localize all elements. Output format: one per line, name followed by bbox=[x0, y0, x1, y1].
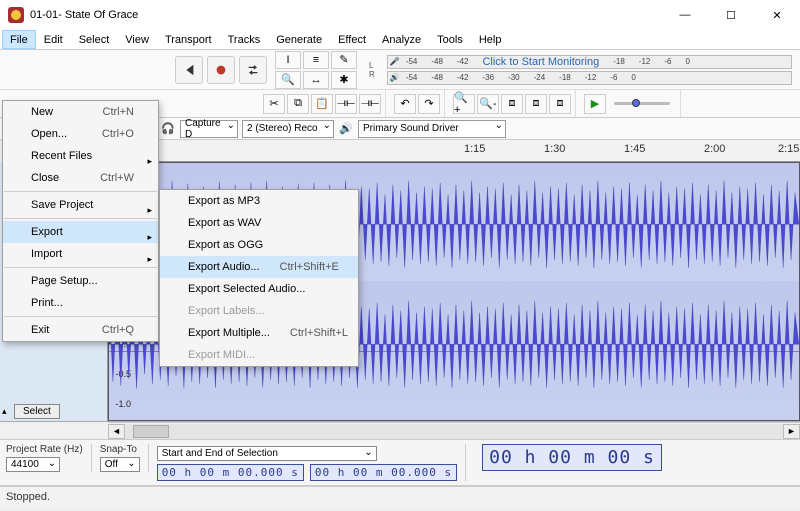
selection-end-field[interactable]: 00 h 00 m 00.000 s bbox=[310, 464, 457, 481]
track-select-button[interactable]: Select bbox=[14, 404, 60, 419]
playback-meter[interactable]: 🔊 -54 -48 -42 -36 -30 -24 -18 -12 -6 0 bbox=[387, 71, 792, 85]
menu-effect[interactable]: Effect bbox=[330, 30, 374, 49]
cut-button[interactable]: ✂ bbox=[263, 94, 285, 114]
trim-button[interactable]: ⟞⟝ bbox=[335, 94, 357, 114]
export-ogg[interactable]: Export as OGG bbox=[160, 234, 358, 256]
export-wav[interactable]: Export as WAV bbox=[160, 212, 358, 234]
menu-select[interactable]: Select bbox=[71, 30, 118, 49]
app-icon bbox=[8, 7, 24, 23]
export-submenu: Export as MP3 Export as WAV Export as OG… bbox=[159, 189, 359, 367]
export-multiple[interactable]: Export Multiple...Ctrl+Shift+L bbox=[160, 322, 358, 344]
menu-bar: File Edit Select View Transport Tracks G… bbox=[0, 30, 800, 50]
recording-channels-combo[interactable]: 2 (Stereo) Reco bbox=[242, 120, 334, 138]
menu-help[interactable]: Help bbox=[471, 30, 510, 49]
file-exit[interactable]: ExitCtrl+Q bbox=[3, 319, 158, 341]
export-audio[interactable]: Export Audio...Ctrl+Shift+E bbox=[160, 256, 358, 278]
menu-transport[interactable]: Transport bbox=[157, 30, 220, 49]
snap-to-label: Snap-To bbox=[100, 444, 140, 455]
zoom-tool[interactable]: 🔍 bbox=[275, 71, 301, 89]
mic-icon: 🎤 bbox=[390, 57, 400, 66]
project-rate-combo[interactable]: 44100 bbox=[6, 457, 60, 472]
selection-toolbar: Project Rate (Hz) 44100 Snap-To Off Star… bbox=[0, 439, 800, 486]
menu-generate[interactable]: Generate bbox=[268, 30, 330, 49]
export-midi: Export MIDI... bbox=[160, 344, 358, 366]
minimize-button[interactable]: ― bbox=[662, 0, 708, 30]
playback-device-combo[interactable]: Primary Sound Driver bbox=[358, 120, 506, 138]
loop-button[interactable] bbox=[239, 56, 267, 84]
project-rate-label: Project Rate (Hz) bbox=[6, 444, 83, 455]
fit-project-button[interactable]: ⧈ bbox=[525, 94, 547, 114]
multi-tool[interactable]: ✱ bbox=[331, 71, 357, 89]
fit-selection-button[interactable]: ⧈ bbox=[501, 94, 523, 114]
file-close[interactable]: CloseCtrl+W bbox=[3, 167, 158, 189]
file-page-setup[interactable]: Page Setup... bbox=[3, 270, 158, 292]
file-new[interactable]: NewCtrl+N bbox=[3, 101, 158, 123]
zoom-out-button[interactable]: 🔍- bbox=[477, 94, 499, 114]
file-save-project[interactable]: Save Project bbox=[3, 194, 158, 216]
snap-to-combo[interactable]: Off bbox=[100, 457, 140, 472]
envelope-tool[interactable]: ≡ bbox=[303, 51, 329, 69]
close-button[interactable]: ✕ bbox=[754, 0, 800, 30]
file-open[interactable]: Open...Ctrl+O bbox=[3, 123, 158, 145]
selection-start-field[interactable]: 00 h 00 m 00.000 s bbox=[157, 464, 304, 481]
horizontal-scrollbar[interactable]: ◄ ► bbox=[108, 422, 800, 439]
paste-button[interactable]: 📋 bbox=[311, 94, 333, 114]
toolbar-area: I ≡ ✎ 🔍 ↔ ✱ LR 🎤 -54 -48 -42 Click to St… bbox=[0, 50, 800, 140]
menu-view[interactable]: View bbox=[117, 30, 157, 49]
play-at-speed-button[interactable]: ▶ bbox=[584, 94, 606, 114]
maximize-button[interactable]: ☐ bbox=[708, 0, 754, 30]
scroll-left-button[interactable]: ◄ bbox=[108, 424, 125, 439]
file-import[interactable]: Import bbox=[3, 243, 158, 265]
draw-tool[interactable]: ✎ bbox=[331, 51, 357, 69]
menu-edit[interactable]: Edit bbox=[36, 30, 71, 49]
undo-button[interactable]: ↶ bbox=[394, 94, 416, 114]
collapse-arrow-icon[interactable]: ▴ bbox=[2, 406, 7, 417]
file-export[interactable]: Export bbox=[3, 221, 158, 243]
speaker-icon: 🔊 bbox=[390, 73, 400, 82]
title-bar: 01-01- State Of Grace ― ☐ ✕ bbox=[0, 0, 800, 30]
copy-button[interactable]: ⧉ bbox=[287, 94, 309, 114]
export-labels: Export Labels... bbox=[160, 300, 358, 322]
selection-mode-combo[interactable]: Start and End of Selection bbox=[157, 446, 377, 461]
record-button[interactable] bbox=[207, 56, 235, 84]
zoom-toggle-button[interactable]: ⧈ bbox=[549, 94, 571, 114]
status-text: Stopped. bbox=[6, 491, 50, 503]
scroll-right-button[interactable]: ► bbox=[783, 424, 800, 439]
skip-start-button[interactable] bbox=[175, 56, 203, 84]
window-title: 01-01- State Of Grace bbox=[30, 9, 138, 21]
playback-device-icon: 🔊 bbox=[338, 121, 354, 137]
file-print[interactable]: Print... bbox=[3, 292, 158, 314]
menu-tools[interactable]: Tools bbox=[429, 30, 471, 49]
audio-host-icon: 🎧 bbox=[160, 121, 176, 137]
file-recent[interactable]: Recent Files bbox=[3, 145, 158, 167]
silence-button[interactable]: ⟞⟝ bbox=[359, 94, 381, 114]
menu-file[interactable]: File bbox=[2, 30, 36, 49]
file-menu-dropdown: NewCtrl+N Open...Ctrl+O Recent Files Clo… bbox=[2, 100, 159, 342]
time-ruler[interactable]: 1:15 1:30 1:45 2:00 2:15 bbox=[108, 140, 800, 162]
audio-position-field[interactable]: 00 h 00 m 00 s bbox=[482, 444, 662, 471]
record-meter[interactable]: 🎤 -54 -48 -42 Click to Start Monitoring … bbox=[387, 55, 792, 69]
export-selected-audio[interactable]: Export Selected Audio... bbox=[160, 278, 358, 300]
menu-tracks[interactable]: Tracks bbox=[220, 30, 269, 49]
export-mp3[interactable]: Export as MP3 bbox=[160, 190, 358, 212]
timeshift-tool[interactable]: ↔ bbox=[303, 71, 329, 89]
play-speed-slider[interactable] bbox=[608, 102, 676, 105]
audio-host-combo[interactable]: Capture D bbox=[180, 120, 238, 138]
zoom-in-button[interactable]: 🔍+ bbox=[453, 94, 475, 114]
scroll-thumb[interactable] bbox=[133, 425, 169, 438]
status-bar: Stopped. bbox=[0, 486, 800, 506]
tool-grid: I ≡ ✎ 🔍 ↔ ✱ bbox=[275, 51, 361, 89]
redo-button[interactable]: ↷ bbox=[418, 94, 440, 114]
selection-tool[interactable]: I bbox=[275, 51, 301, 69]
menu-analyze[interactable]: Analyze bbox=[374, 30, 429, 49]
